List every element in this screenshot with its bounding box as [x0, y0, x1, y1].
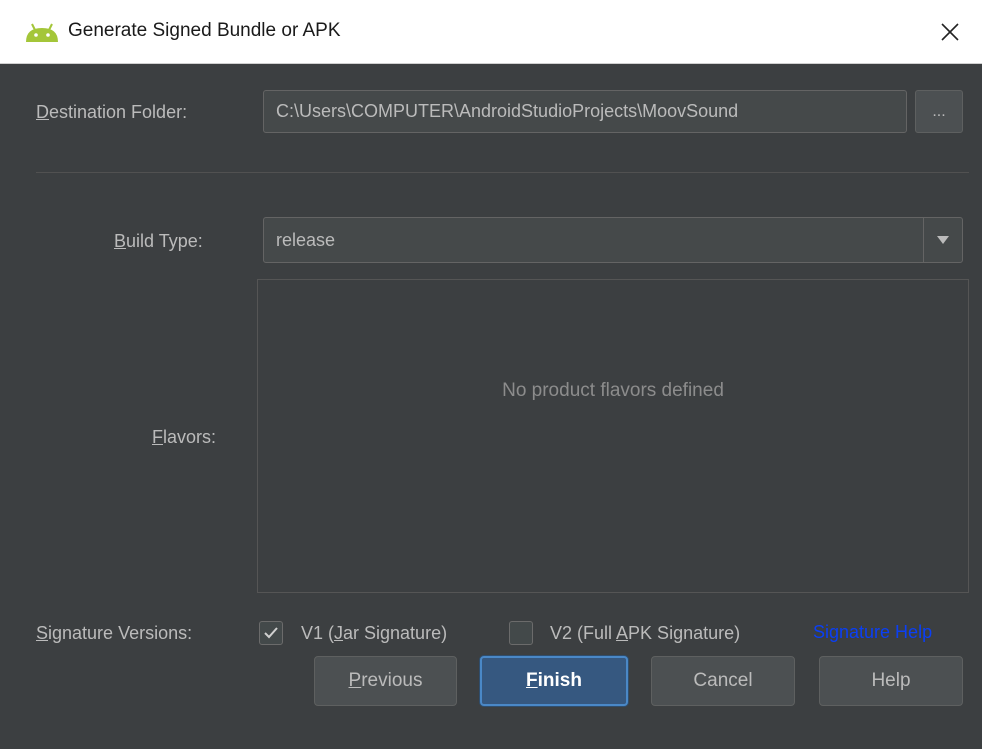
chevron-down-icon[interactable] — [923, 218, 962, 262]
destination-folder-label: Destination Folder: — [36, 102, 188, 122]
previous-button[interactable]: Previous — [314, 656, 457, 706]
build-type-value: release — [276, 229, 336, 250]
close-icon — [941, 22, 959, 41]
build-type-label: Build Type: — [114, 231, 203, 251]
window-frame — [0, 64, 10, 749]
checkmark-icon — [264, 627, 278, 639]
flavors-panel[interactable]: No product flavors defined — [257, 279, 969, 593]
v2-signature-label[interactable]: V2 (Full APK Signature) — [550, 623, 740, 644]
close-button[interactable] — [918, 0, 982, 63]
cancel-button[interactable]: Cancel — [651, 656, 795, 706]
separator — [36, 172, 969, 173]
v2-signature-checkbox[interactable] — [509, 621, 533, 645]
build-type-select[interactable]: release — [263, 217, 963, 263]
v1-signature-checkbox[interactable] — [259, 621, 283, 645]
android-icon — [22, 22, 62, 44]
flavors-label: Flavors: — [152, 427, 217, 447]
window-title: Generate Signed Bundle or APK — [68, 20, 341, 41]
finish-button[interactable]: Finish — [480, 656, 628, 706]
title-bar: Generate Signed Bundle or APK — [0, 0, 982, 64]
v1-signature-label[interactable]: V1 (Jar Signature) — [301, 623, 447, 644]
signature-versions-label: Signature Versions: — [36, 623, 193, 643]
signature-help-link[interactable]: Signature Help — [813, 622, 932, 643]
destination-folder-input[interactable]: C:\Users\COMPUTER\AndroidStudioProjects\… — [263, 90, 907, 133]
help-button[interactable]: Help — [819, 656, 963, 706]
flavors-empty-message: No product flavors defined — [502, 380, 724, 401]
browse-button[interactable]: ... — [915, 90, 963, 133]
